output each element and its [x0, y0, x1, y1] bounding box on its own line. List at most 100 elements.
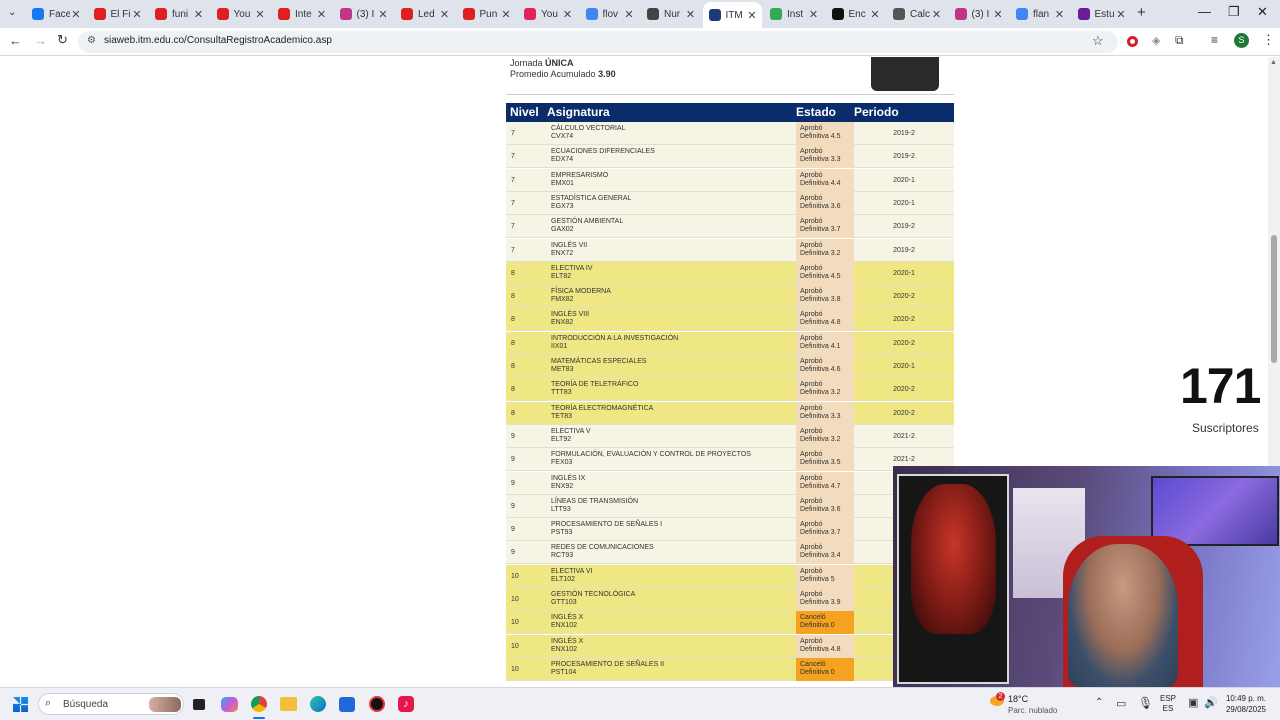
cell-nivel: 9	[511, 502, 515, 510]
store-icon[interactable]	[339, 697, 355, 712]
weather-widget[interactable]: 2 18°C Parc. nublado	[988, 692, 1068, 718]
table-row: 8 TEORÍA ELECTROMAGNÉTICA TET83 Aprobó Defin…	[506, 401, 954, 425]
scroll-up-icon[interactable]: ▲	[1270, 59, 1277, 66]
promedio-value: 3.90	[598, 69, 616, 79]
tab-favicon-icon	[93, 8, 106, 20]
opera-extension-icon[interactable]	[1127, 36, 1138, 47]
cell-asignatura: REDES DE COMUNICACIONES RCT93	[551, 544, 654, 560]
media-controls-icon[interactable]: ≡	[1211, 33, 1218, 47]
estado-nota: Definitiva 3.8	[800, 296, 841, 304]
browser-tab[interactable]: Enc ✕	[826, 4, 886, 24]
browser-tab[interactable]: Led ✕	[395, 4, 455, 24]
estado-nota: Definitiva 3.2	[800, 249, 841, 257]
forward-icon[interactable]: →	[34, 33, 47, 48]
browser-tab[interactable]: flan ✕	[1010, 4, 1070, 24]
show-hidden-icons-chevron-icon[interactable]: ⌃	[1095, 697, 1103, 708]
close-tab-icon[interactable]: ✕	[70, 8, 81, 21]
estado-text: Aprobó	[800, 218, 823, 226]
person	[1068, 544, 1178, 687]
tab-title: flov	[602, 8, 619, 20]
close-tab-icon[interactable]: ✕	[193, 8, 205, 21]
browser-tab[interactable]: Estu ✕	[1072, 4, 1132, 24]
browser-tab[interactable]: Inte ✕	[272, 4, 332, 24]
close-tab-icon[interactable]: ✕	[562, 8, 574, 21]
close-tab-icon[interactable]: ✕	[746, 9, 758, 22]
browser-tab[interactable]: ITM ✕	[702, 2, 762, 28]
meet-now-icon[interactable]: ▭	[1116, 697, 1126, 710]
close-tab-icon[interactable]: ✕	[623, 8, 635, 21]
media-app-icon[interactable]	[369, 696, 385, 712]
table-row: 8 MATEMÁTICAS ESPECIALES MET83 Aprobó Defini…	[506, 355, 954, 378]
browser-tab[interactable]: Nur ✕	[641, 4, 701, 24]
taskbar-search-box[interactable]: ⌕ Búsqueda	[38, 693, 184, 715]
network-icon[interactable]: ▣	[1188, 696, 1198, 709]
estado-text: Aprobó	[800, 521, 823, 529]
browser-tab[interactable]: Inst ✕	[764, 4, 824, 24]
language-indicator[interactable]: ESP ES	[1160, 694, 1176, 714]
browser-tab[interactable]: Calc ✕	[887, 4, 947, 24]
close-tab-icon[interactable]: ✕	[869, 8, 881, 21]
close-tab-icon[interactable]: ✕	[1054, 8, 1066, 21]
file-explorer-icon[interactable]	[280, 697, 297, 711]
browser-tab[interactable]: El Fi ✕	[88, 4, 148, 24]
browser-tab[interactable]: Pun ✕	[457, 4, 517, 24]
close-tab-icon[interactable]: ✕	[439, 8, 451, 21]
cell-asignatura: GESTIÓN AMBIENTAL GAX02	[551, 218, 623, 234]
chrome-taskbar-icon[interactable]	[251, 696, 267, 712]
restore-button[interactable]: ❐	[1228, 4, 1240, 20]
subject-code: PST93	[551, 529, 573, 537]
new-tab-button[interactable]: +	[1137, 4, 1146, 21]
windows-start-icon[interactable]	[13, 697, 28, 712]
browser-tab[interactable]: flov ✕	[580, 4, 640, 24]
tab-search-chevron-icon[interactable]: ⌄	[8, 7, 16, 18]
address-bar[interactable]: ⚙ siaweb.itm.edu.co/ConsultaRegistroAcad…	[78, 31, 1118, 53]
back-icon[interactable]: ←	[9, 33, 22, 48]
search-icon: ⌕	[45, 697, 52, 709]
copilot-icon[interactable]	[221, 697, 238, 712]
browser-tab[interactable]: Face ✕	[26, 4, 86, 24]
browser-tab[interactable]: You ✕	[211, 4, 271, 24]
site-info-icon[interactable]: ⚙	[87, 35, 96, 46]
browser-tab[interactable]: (3) I ✕	[334, 4, 394, 24]
task-view-icon[interactable]	[193, 699, 205, 710]
browser-tab[interactable]: You ✕	[518, 4, 578, 24]
volume-icon[interactable]: 🔊	[1204, 696, 1218, 709]
close-tab-icon[interactable]: ✕	[685, 8, 697, 21]
close-tab-icon[interactable]: ✕	[1115, 8, 1127, 21]
microphone-icon[interactable]: 🎙	[1138, 696, 1153, 710]
edge-icon[interactable]	[310, 696, 326, 712]
extensions-puzzle-icon[interactable]: ⧉	[1175, 33, 1184, 48]
subject-code: GTT103	[551, 599, 577, 606]
close-window-button[interactable]: ✕	[1257, 4, 1268, 20]
close-tab-icon[interactable]: ✕	[316, 8, 328, 21]
close-tab-icon[interactable]: ✕	[377, 8, 389, 21]
reload-icon[interactable]: ↻	[57, 32, 68, 48]
url-text: siaweb.itm.edu.co/ConsultaRegistroAcadem…	[104, 35, 332, 46]
subject-code: ENX72	[551, 249, 574, 257]
profile-avatar[interactable]: S	[1234, 33, 1249, 48]
tab-favicon-icon	[770, 8, 782, 20]
minimize-button[interactable]: —	[1198, 4, 1211, 19]
cell-periodo: 2020-1	[893, 199, 915, 207]
browser-tab[interactable]: (3) I ✕	[949, 4, 1009, 24]
close-tab-icon[interactable]: ✕	[500, 8, 512, 21]
cell-asignatura: INGLÉS VIII ENX82	[551, 311, 589, 327]
close-tab-icon[interactable]: ✕	[808, 8, 820, 21]
browser-tab[interactable]: funi ✕	[149, 4, 209, 24]
webcam-overlay	[893, 466, 1280, 687]
browser-menu-icon[interactable]: ⋮	[1262, 32, 1275, 48]
taskbar-search-text: Búsqueda	[63, 699, 109, 710]
scrollbar-thumb[interactable]	[1271, 235, 1277, 363]
close-tab-icon[interactable]: ✕	[992, 8, 1004, 21]
bookmark-star-icon[interactable]: ☆	[1092, 33, 1104, 49]
clock[interactable]: 10:49 p. m. 29/08/2025	[1222, 693, 1266, 715]
extension-icon[interactable]: ◈	[1152, 34, 1160, 47]
close-tab-icon[interactable]: ✕	[131, 8, 143, 21]
close-tab-icon[interactable]: ✕	[931, 8, 943, 21]
tiktok-icon[interactable]: ♪	[398, 696, 414, 712]
cell-estado: Aprobó Definitiva 3.2	[796, 424, 854, 448]
estado-nota: Definitiva 5	[800, 575, 835, 583]
subject-code: EDX74	[551, 156, 574, 164]
cell-nivel: 10	[511, 596, 519, 603]
close-tab-icon[interactable]: ✕	[254, 8, 266, 21]
